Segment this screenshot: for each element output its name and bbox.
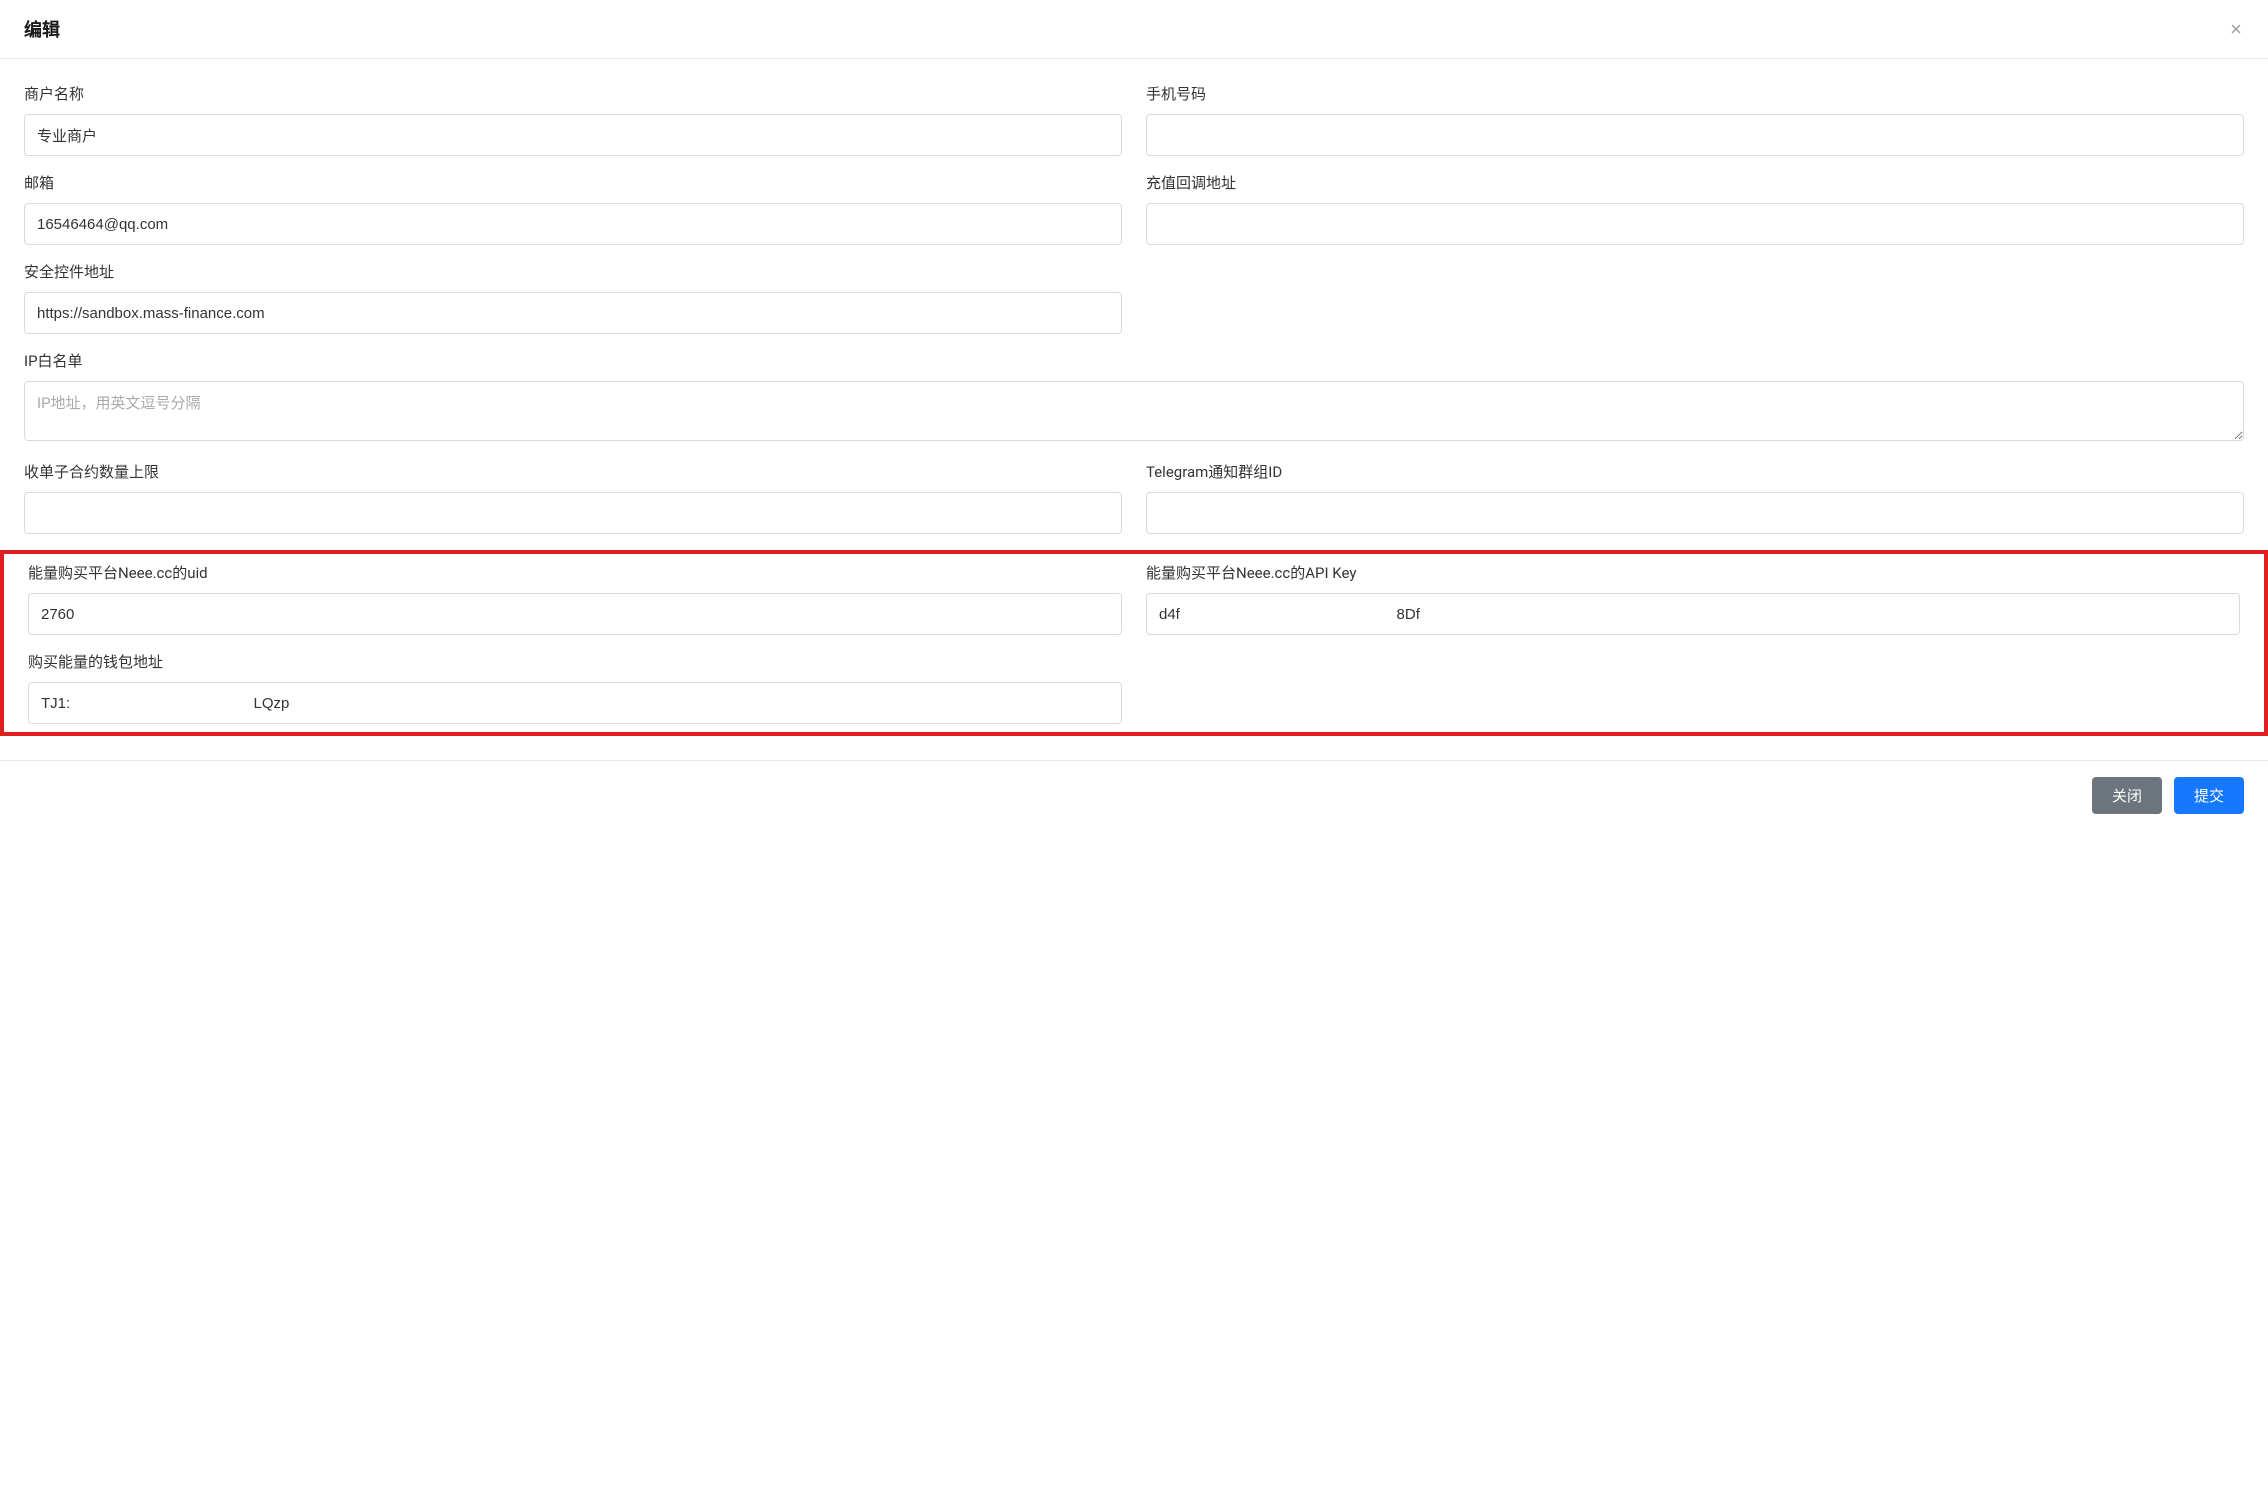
email-label: 邮箱 (24, 172, 1122, 193)
merchant-name-group: 商户名称 (24, 83, 1122, 156)
neee-api-key-label: 能量购买平台Neee.cc的API Key (1146, 562, 2240, 583)
phone-input[interactable] (1146, 114, 2244, 156)
energy-wallet-group: 购买能量的钱包地址 (28, 651, 1122, 724)
spacer (1146, 651, 2240, 724)
phone-group: 手机号码 (1146, 83, 2244, 156)
email-input[interactable] (24, 203, 1122, 245)
energy-wallet-label: 购买能量的钱包地址 (28, 651, 1122, 672)
telegram-group-input[interactable] (1146, 492, 2244, 534)
phone-label: 手机号码 (1146, 83, 2244, 104)
ip-whitelist-group: IP白名单 (24, 350, 2244, 445)
spacer (1146, 261, 2244, 334)
neee-uid-label: 能量购买平台Neee.cc的uid (28, 562, 1122, 583)
energy-wallet-input[interactable] (28, 682, 1122, 724)
modal-footer: 关闭 提交 (0, 760, 2268, 830)
modal-title: 编辑 (24, 16, 60, 42)
modal-header: 编辑 (0, 0, 2268, 59)
submit-button[interactable]: 提交 (2174, 777, 2244, 814)
merchant-name-label: 商户名称 (24, 83, 1122, 104)
recharge-callback-input[interactable] (1146, 203, 2244, 245)
close-button[interactable]: 关闭 (2092, 777, 2162, 814)
security-control-group: 安全控件地址 (24, 261, 1122, 334)
subcontract-limit-group: 收单子合约数量上限 (24, 461, 1122, 534)
recharge-callback-label: 充值回调地址 (1146, 172, 2244, 193)
highlight-box: 能量购买平台Neee.cc的uid 能量购买平台Neee.cc的API Key … (0, 550, 2268, 736)
telegram-group-group: Telegram通知群组ID (1146, 461, 2244, 534)
recharge-callback-group: 充值回调地址 (1146, 172, 2244, 245)
neee-api-key-input[interactable] (1146, 593, 2240, 635)
subcontract-limit-input[interactable] (24, 492, 1122, 534)
close-icon[interactable] (2228, 21, 2244, 37)
security-control-label: 安全控件地址 (24, 261, 1122, 282)
neee-uid-input[interactable] (28, 593, 1122, 635)
ip-whitelist-textarea[interactable] (24, 381, 2244, 441)
telegram-group-label: Telegram通知群组ID (1146, 461, 2244, 482)
email-group: 邮箱 (24, 172, 1122, 245)
merchant-name-input[interactable] (24, 114, 1122, 156)
security-control-input[interactable] (24, 292, 1122, 334)
neee-uid-group: 能量购买平台Neee.cc的uid (28, 562, 1122, 635)
modal-body: 商户名称 手机号码 邮箱 充值回调地址 安全控件地址 (0, 59, 2268, 760)
ip-whitelist-label: IP白名单 (24, 350, 2244, 371)
edit-modal: 编辑 商户名称 手机号码 邮箱 充值回调地址 (0, 0, 2268, 830)
neee-api-key-group: 能量购买平台Neee.cc的API Key (1146, 562, 2240, 635)
subcontract-limit-label: 收单子合约数量上限 (24, 461, 1122, 482)
